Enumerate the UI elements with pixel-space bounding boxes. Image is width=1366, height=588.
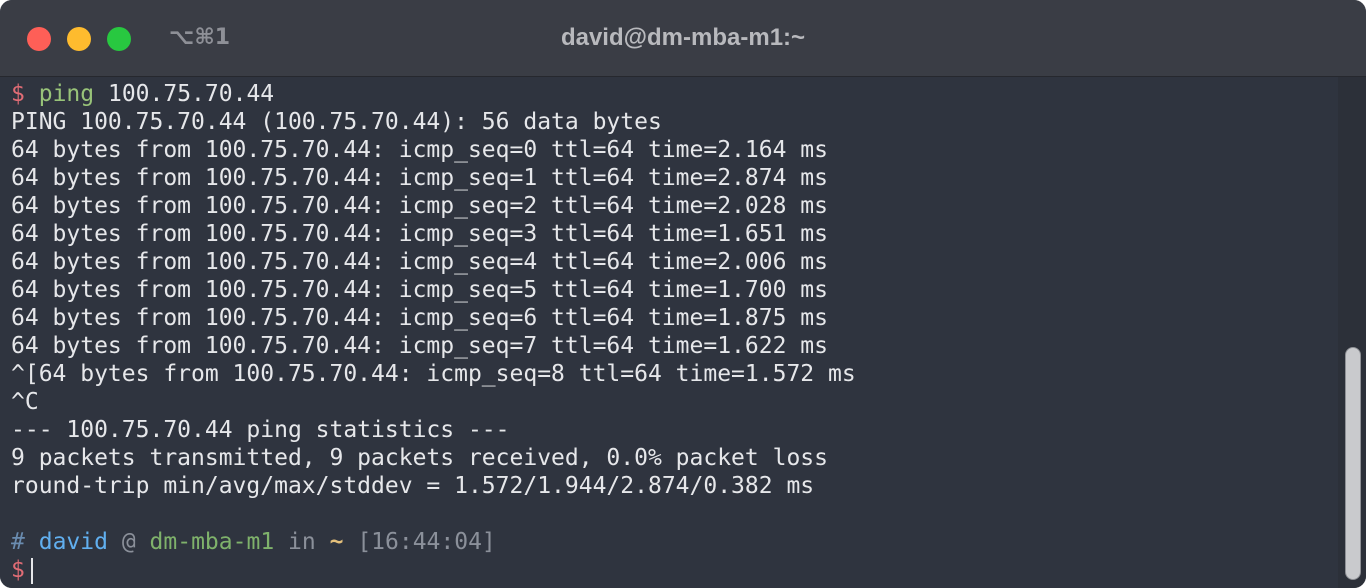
output-line: 9 packets transmitted, 9 packets receive… bbox=[11, 445, 828, 471]
output-line: ^C bbox=[11, 389, 39, 415]
output-line: --- 100.75.70.44 ping statistics --- bbox=[11, 417, 510, 443]
command-argument: 100.75.70.44 bbox=[107, 81, 275, 107]
input-prompt-symbol: $ bbox=[11, 557, 25, 583]
output-line: 64 bytes from 100.75.70.44: icmp_seq=4 t… bbox=[11, 249, 828, 275]
scrollbar-thumb[interactable] bbox=[1345, 347, 1361, 580]
command-prompt-symbol: $ bbox=[11, 81, 25, 107]
input-prompt-line[interactable]: $ bbox=[11, 556, 33, 584]
output-line: ^[64 bytes from 100.75.70.44: icmp_seq=8… bbox=[11, 361, 856, 387]
output-line: PING 100.75.70.44 (100.75.70.44): 56 dat… bbox=[11, 109, 662, 135]
title-bar[interactable]: ⌥⌘1 david@dm-mba-m1:~ bbox=[0, 0, 1366, 77]
prompt-in: in bbox=[288, 529, 316, 555]
terminal-output[interactable]: $ ping 100.75.70.44 PING 100.75.70.44 (1… bbox=[0, 77, 1338, 588]
prompt-directory: ~ bbox=[329, 529, 344, 555]
prompt-user: david bbox=[38, 529, 108, 555]
text-cursor bbox=[30, 557, 33, 584]
terminal-window: ⌥⌘1 david@dm-mba-m1:~ $ ping 100.75.70.4… bbox=[0, 0, 1366, 588]
output-line: 64 bytes from 100.75.70.44: icmp_seq=1 t… bbox=[11, 165, 828, 191]
output-line: 64 bytes from 100.75.70.44: icmp_seq=0 t… bbox=[11, 137, 828, 163]
output-line: 64 bytes from 100.75.70.44: icmp_seq=2 t… bbox=[11, 193, 828, 219]
prompt-hash: # bbox=[11, 529, 25, 555]
command-name: ping bbox=[38, 81, 95, 107]
output-line: 64 bytes from 100.75.70.44: icmp_seq=5 t… bbox=[11, 277, 828, 303]
output-line: 64 bytes from 100.75.70.44: icmp_seq=3 t… bbox=[11, 221, 828, 247]
prompt-time: [16:44:04] bbox=[357, 529, 496, 555]
command-line: $ ping 100.75.70.44 bbox=[11, 80, 274, 108]
status-prompt-line: # david @ dm-mba-m1 in ~ [16:44:04] bbox=[11, 528, 496, 556]
window-title: david@dm-mba-m1:~ bbox=[560, 24, 806, 51]
output-line: round-trip min/avg/max/stddev = 1.572/1.… bbox=[11, 473, 815, 499]
output-line: 64 bytes from 100.75.70.44: icmp_seq=7 t… bbox=[11, 333, 828, 359]
prompt-at: @ bbox=[121, 529, 136, 555]
output-line: 64 bytes from 100.75.70.44: icmp_seq=6 t… bbox=[11, 305, 828, 331]
prompt-host: dm-mba-m1 bbox=[149, 529, 275, 555]
